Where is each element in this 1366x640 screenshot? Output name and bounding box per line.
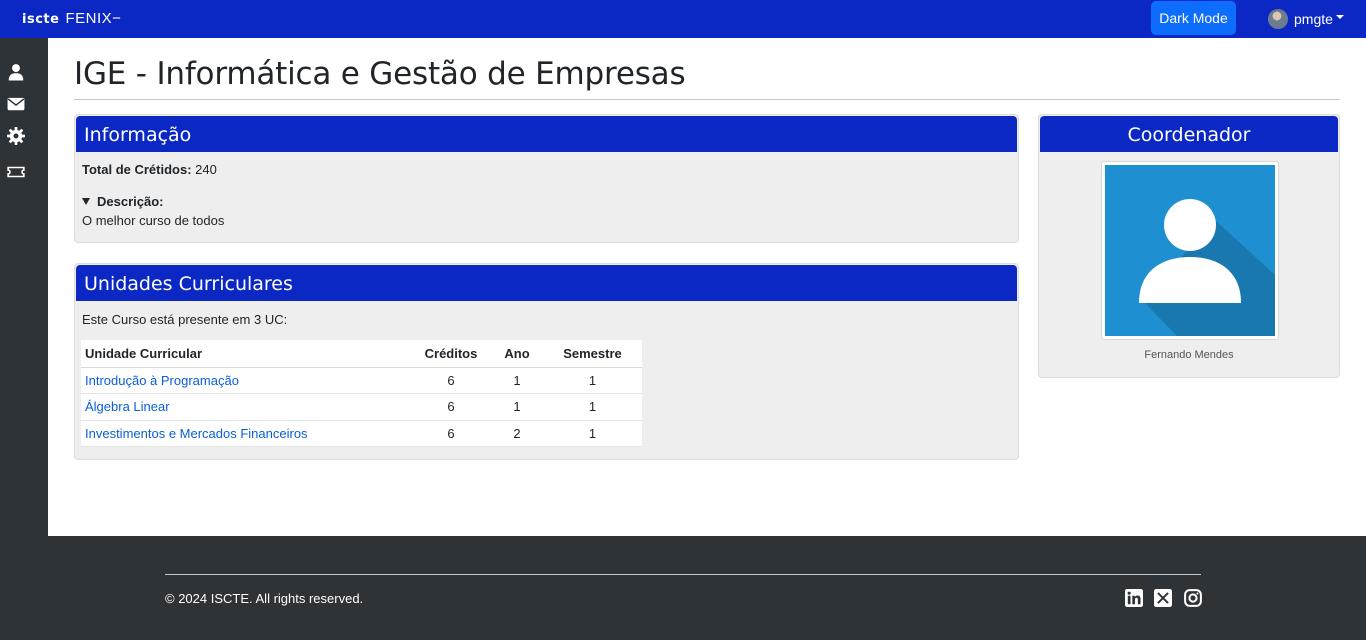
uc-link[interactable]: Introdução à Programação <box>85 373 239 388</box>
coordinator-card: Coordenador Fernando Mendes <box>1038 114 1340 378</box>
col-header-year: Ano <box>491 340 543 368</box>
username: pmgte <box>1294 11 1333 27</box>
uc-year: 1 <box>491 393 543 421</box>
credits-value: 240 <box>195 162 217 177</box>
uc-semester: 1 <box>543 420 642 447</box>
uc-card: Unidades Curriculares Este Curso está pr… <box>74 263 1019 460</box>
table-row: Introdução à Programação 6 1 1 <box>81 367 642 394</box>
coordinator-name: Fernando Mendes <box>1144 349 1234 361</box>
table-header-row: Unidade Curricular Créditos Ano Semestre <box>81 340 642 368</box>
credits-label: Total de Crétidos: <box>82 162 192 177</box>
uc-year: 2 <box>491 420 543 447</box>
footer-copyright: © 2024 ISCTE. All rights reserved. <box>165 591 364 606</box>
uc-intro: Este Curso está presente em 3 UC: <box>82 312 288 327</box>
main-content: IGE - Informática e Gestão de Empresas I… <box>48 38 1366 536</box>
caret-down-icon <box>1335 15 1344 19</box>
uc-link[interactable]: Investimentos e Mercados Financeiros <box>85 426 308 441</box>
uc-credits: 6 <box>411 420 491 447</box>
dark-mode-button[interactable]: Dark Mode <box>1151 1 1236 35</box>
page-title: IGE - Informática e Gestão de Empresas <box>74 56 686 92</box>
x-icon[interactable] <box>1154 589 1172 607</box>
user-menu-dropdown[interactable]: pmgte <box>1268 9 1344 29</box>
user-icon[interactable] <box>7 63 25 81</box>
person-placeholder-icon <box>1105 165 1275 336</box>
uc-credits: 6 <box>411 393 491 421</box>
col-header-uc: Unidade Curricular <box>81 340 411 368</box>
table-row: Investimentos e Mercados Financeiros 6 2… <box>81 420 642 447</box>
title-divider <box>74 99 1340 100</box>
description-label: Descrição: <box>97 194 164 209</box>
triangle-down-icon <box>82 198 90 205</box>
uc-card-header: Unidades Curriculares <box>76 265 1017 301</box>
footer: © 2024 ISCTE. All rights reserved. <box>0 536 1366 640</box>
footer-divider <box>165 574 1201 575</box>
brand-suffix: − <box>112 10 122 27</box>
uc-credits: 6 <box>411 367 491 394</box>
description-toggle[interactable]: Descrição: <box>82 194 163 209</box>
brand-fenix: FENIX <box>65 10 113 27</box>
info-card-header: Informação <box>76 116 1017 152</box>
gear-icon[interactable] <box>7 127 25 145</box>
total-credits: Total de Crétidos: 240 <box>82 162 217 177</box>
uc-year: 1 <box>491 367 543 394</box>
instagram-icon[interactable] <box>1184 589 1202 607</box>
brand-iscte: iscte <box>22 12 60 27</box>
ticket-icon[interactable] <box>7 163 25 181</box>
col-header-semester: Semestre <box>543 340 642 368</box>
sidebar <box>0 38 48 536</box>
uc-table: Unidade Curricular Créditos Ano Semestre… <box>81 340 642 447</box>
info-card: Informação Total de Crétidos: 240 Descri… <box>74 114 1019 243</box>
linkedin-icon[interactable] <box>1125 589 1143 607</box>
col-header-credits: Créditos <box>411 340 491 368</box>
top-navbar: iscte FENIX − Dark Mode pmgte <box>0 0 1366 38</box>
uc-semester: 1 <box>543 367 642 394</box>
coordinator-avatar <box>1101 161 1279 340</box>
coordinator-card-header: Coordenador <box>1040 116 1338 152</box>
brand-logo[interactable]: iscte FENIX − <box>22 10 121 27</box>
envelope-icon[interactable] <box>7 95 25 113</box>
uc-link[interactable]: Álgebra Linear <box>85 399 170 414</box>
table-row: Álgebra Linear 6 1 1 <box>81 393 642 421</box>
description-text: O melhor curso de todos <box>82 213 225 228</box>
avatar <box>1268 9 1288 29</box>
uc-semester: 1 <box>543 393 642 421</box>
